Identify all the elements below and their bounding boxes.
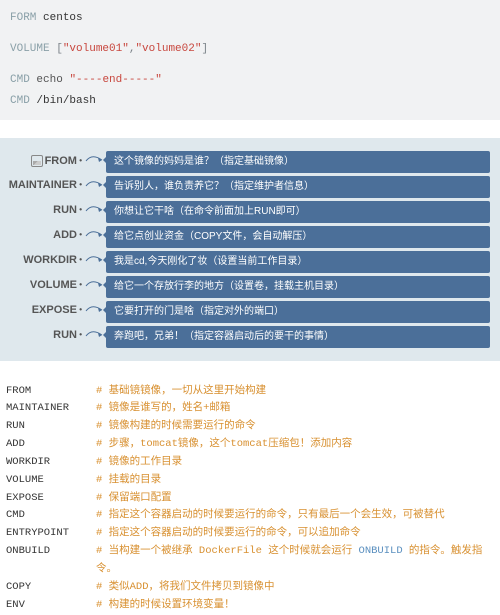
comment-text: # 类似ADD，将我们文件拷贝到镜像中 xyxy=(96,579,275,597)
diagram-keyword: FROM • xyxy=(6,151,84,173)
bracket: ] xyxy=(201,43,208,55)
string: "----end-----" xyxy=(69,74,161,86)
comment-keyword: WORKDIR xyxy=(6,454,96,472)
image-icon xyxy=(31,155,43,167)
diagram-row: EXPOSE • 它要打开的门是啥（指定对外的端口） xyxy=(6,301,490,323)
comment-keyword: CMD xyxy=(6,507,96,525)
comment-row: MAINTAINER# 镜像是谁写的，姓名+邮箱 xyxy=(6,400,494,418)
comment-row: ENTRYPOINT# 指定这个容器启动的时候要运行的命令，可以追加命令 xyxy=(6,525,494,543)
comment-keyword: ONBUILD xyxy=(6,543,96,579)
diagram-keyword: VOLUME • xyxy=(6,276,84,298)
comment-text: # 指定这个容器启动的时候要运行的命令，可以追加命令 xyxy=(96,525,361,543)
keyword: CMD xyxy=(10,74,30,86)
diagram-keyword: EXPOSE • xyxy=(6,301,84,323)
code-cmd: echo xyxy=(36,74,62,86)
comment-row: CMD# 指定这个容器启动的时候要运行的命令，只有最后一个会生效，可被替代 xyxy=(6,507,494,525)
comment-row: VOLUME# 挂载的目录 xyxy=(6,472,494,490)
keyword: CMD xyxy=(10,95,30,107)
diagram-row: RUN • 你想让它干啥（在命令前面加上RUN即可） xyxy=(6,201,490,223)
comment-keyword: ADD xyxy=(6,436,96,454)
code-line: FORM centos xyxy=(10,8,490,29)
comment-row: ADD# 步骤，tomcat镜像，这个tomcat压缩包！添加内容 xyxy=(6,436,494,454)
diagram-row: RUN • 奔跑吧，兄弟！（指定容器启动后的要干的事情） xyxy=(6,326,490,348)
diagram-description: 我是cd,今天刚化了妆（设置当前工作目录） xyxy=(106,251,490,273)
bracket: [ xyxy=(56,43,63,55)
code-line: CMD echo "----end-----" xyxy=(10,70,490,91)
comment-text: # 基础镜镜像，一切从这里开始构建 xyxy=(96,383,266,401)
inline-keyword: ONBUILD xyxy=(359,545,403,557)
keyword: FORM xyxy=(10,12,36,24)
comment-row: RUN# 镜像构建的时候需要运行的命令 xyxy=(6,418,494,436)
diagram-description: 给它点创业资金（COPY文件，会自动解压） xyxy=(106,226,490,248)
code-line: VOLUME ["volume01","volume02"] xyxy=(10,39,490,60)
diagram-row: WORKDIR • 我是cd,今天刚化了妆（设置当前工作目录） xyxy=(6,251,490,273)
comment-row: COPY# 类似ADD，将我们文件拷贝到镜像中 xyxy=(6,579,494,597)
diagram-row: VOLUME • 给它一个存放行李的地方（设置卷，挂载主机目录） xyxy=(6,276,490,298)
diagram-keyword: WORKDIR • xyxy=(6,251,84,273)
comment-text: # 保留端口配置 xyxy=(96,490,172,508)
diagram-keyword: RUN • xyxy=(6,201,84,223)
comment-text: # 挂载的目录 xyxy=(96,472,161,490)
diagram-description: 给它一个存放行李的地方（设置卷，挂载主机目录） xyxy=(106,276,490,298)
comment-text: # 镜像的工作目录 xyxy=(96,454,182,472)
comment-text: # 构建的时候设置环境变量！ xyxy=(96,597,235,615)
comment-row: FROM# 基础镜镜像，一切从这里开始构建 xyxy=(6,383,494,401)
comment-text: # 镜像构建的时候需要运行的命令 xyxy=(96,418,256,436)
diagram-description: 告诉别人，谁负责养它？（指定维护者信息） xyxy=(106,176,490,198)
diagram-description: 奔跑吧，兄弟！（指定容器启动后的要干的事情） xyxy=(106,326,490,348)
code-arg: /bin/bash xyxy=(36,95,95,107)
string: "volume02" xyxy=(135,43,201,55)
comment-text: # 当构建一个被继承 DockerFile 这个时候就会运行 ONBUILD 的… xyxy=(96,543,494,579)
comment-text: # 镜像是谁写的，姓名+邮箱 xyxy=(96,400,230,418)
comment-keyword: MAINTAINER xyxy=(6,400,96,418)
comment-row: ENV# 构建的时候设置环境变量！ xyxy=(6,597,494,615)
dockerfile-comments: FROM# 基础镜镜像，一切从这里开始构建MAINTAINER# 镜像是谁写的，… xyxy=(0,383,500,615)
comment-keyword: VOLUME xyxy=(6,472,96,490)
dockerfile-code-block: FORM centos VOLUME ["volume01","volume02… xyxy=(0,0,500,120)
diagram-row: MAINTAINER • 告诉别人，谁负责养它？（指定维护者信息） xyxy=(6,176,490,198)
string: "volume01" xyxy=(63,43,129,55)
comment-keyword: FROM xyxy=(6,383,96,401)
diagram-row: FROM • 这个镜像的妈妈是谁？（指定基础镜像） xyxy=(6,151,490,173)
diagram-description: 它要打开的门是啥（指定对外的端口） xyxy=(106,301,490,323)
dockerfile-diagram: FROM • 这个镜像的妈妈是谁？（指定基础镜像） MAINTAINER • 告诉别人… xyxy=(0,138,500,361)
comment-text: # 步骤，tomcat镜像，这个tomcat压缩包！添加内容 xyxy=(96,436,352,454)
comment-text: # 指定这个容器启动的时候要运行的命令，只有最后一个会生效，可被替代 xyxy=(96,507,445,525)
comment-row: WORKDIR# 镜像的工作目录 xyxy=(6,454,494,472)
diagram-keyword: RUN • xyxy=(6,326,84,348)
comment-row: EXPOSE# 保留端口配置 xyxy=(6,490,494,508)
comment-keyword: RUN xyxy=(6,418,96,436)
comment-keyword: ENTRYPOINT xyxy=(6,525,96,543)
comment-row: ONBUILD# 当构建一个被继承 DockerFile 这个时候就会运行 ON… xyxy=(6,543,494,579)
diagram-row: ADD • 给它点创业资金（COPY文件，会自动解压） xyxy=(6,226,490,248)
comment-keyword: EXPOSE xyxy=(6,490,96,508)
diagram-description: 这个镜像的妈妈是谁？（指定基础镜像） xyxy=(106,151,490,173)
diagram-description: 你想让它干啥（在命令前面加上RUN即可） xyxy=(106,201,490,223)
comment-keyword: COPY xyxy=(6,579,96,597)
keyword: VOLUME xyxy=(10,43,50,55)
comment-keyword: ENV xyxy=(6,597,96,615)
diagram-keyword: MAINTAINER • xyxy=(6,176,84,198)
code-line: CMD /bin/bash xyxy=(10,91,490,112)
code-arg: centos xyxy=(43,12,83,24)
diagram-keyword: ADD • xyxy=(6,226,84,248)
